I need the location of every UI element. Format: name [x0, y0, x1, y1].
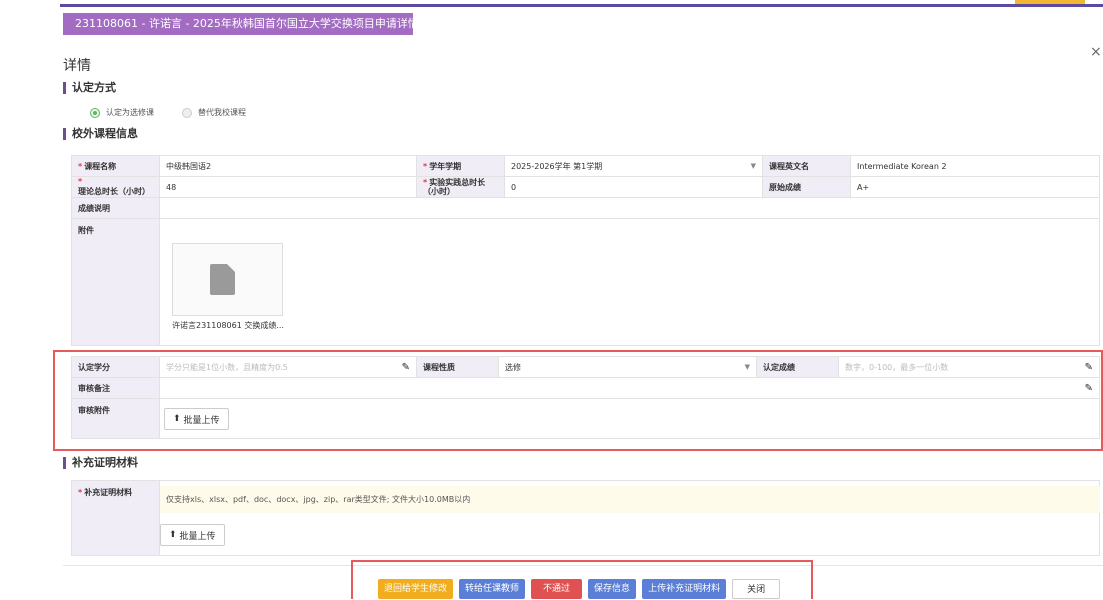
- radio-elective-label: 认定为选修课: [106, 108, 154, 117]
- attachment-file-card[interactable]: [172, 243, 283, 316]
- close-icon[interactable]: ×: [1090, 44, 1102, 60]
- radio-checked-icon: [90, 107, 100, 118]
- top-yellow-mark: [1015, 0, 1085, 4]
- term-label: * 学年学期: [416, 155, 505, 177]
- en-name-label: 课程英文名: [762, 155, 851, 177]
- chevron-down-icon: ▼: [750, 162, 756, 170]
- section-recognition: 认定方式: [63, 82, 116, 94]
- highlight-review-box: [53, 350, 1103, 451]
- radio-unchecked-icon: [182, 107, 192, 118]
- orig-grade-value[interactable]: A+: [850, 176, 1100, 198]
- grade-note-label: 成绩说明: [71, 197, 160, 219]
- radio-replace-label: 替代我校课程: [198, 108, 246, 117]
- section-course-info: 校外课程信息: [63, 128, 138, 140]
- attachment-area: [159, 218, 1100, 346]
- theory-hours-value[interactable]: 48: [159, 176, 417, 198]
- upload-icon: ⬆: [169, 530, 177, 540]
- course-name-label: * 课程名称: [71, 155, 160, 177]
- file-icon: [210, 264, 235, 295]
- supplement-upload-button[interactable]: ⬆ 批量上传: [160, 524, 225, 546]
- course-name-value[interactable]: 中级韩国语2: [159, 155, 417, 177]
- radio-replace[interactable]: 替代我校课程: [182, 107, 246, 118]
- highlight-footer-box: [351, 560, 813, 599]
- en-name-value[interactable]: Intermediate Korean 2: [850, 155, 1100, 177]
- practice-hours-value[interactable]: 0: [504, 176, 763, 198]
- supplement-label: * 补充证明材料: [71, 480, 160, 556]
- top-purple-line: [60, 4, 1103, 7]
- radio-elective[interactable]: 认定为选修课: [90, 107, 154, 118]
- top-accent-bar: [0, 0, 1103, 8]
- theory-hours-label: *理论总时长（小时）: [71, 176, 160, 198]
- supplement-notice: 仅支持xls、xlsx、pdf、doc、docx、jpg、zip、rar类型文件…: [160, 486, 1100, 513]
- supplement-upload-label: 批量上传: [179, 531, 216, 542]
- practice-hours-label: * 实验实践总时长（小时）: [416, 176, 505, 198]
- term-select[interactable]: 2025-2026学年 第1学期 ▼: [504, 155, 763, 177]
- window-title: 231108061 - 许诺言 - 2025年秋韩国首尔国立大学交换项目申请详情: [63, 13, 413, 35]
- section-supplement: 补充证明材料: [63, 457, 138, 469]
- attachment-label: 附件: [71, 218, 160, 346]
- attachment-filename[interactable]: 许诺言231108061 交换成绩...: [172, 320, 284, 331]
- orig-grade-label: 原始成绩: [762, 176, 851, 198]
- grade-note-value[interactable]: [159, 197, 1100, 219]
- page-title: 详情: [63, 58, 91, 74]
